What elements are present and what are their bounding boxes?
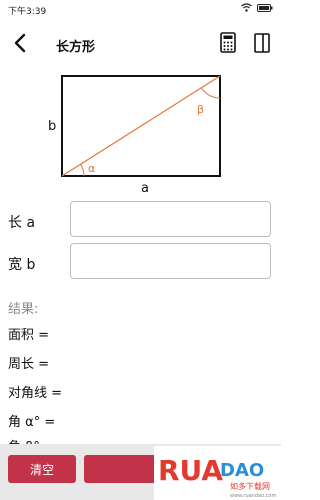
beta-arc bbox=[200, 87, 221, 99]
side-b-label: b bbox=[48, 119, 56, 134]
length-input[interactable] bbox=[70, 201, 271, 237]
svg-text:如多下载网: 如多下载网 bbox=[230, 481, 270, 491]
back-button[interactable] bbox=[8, 30, 34, 56]
result-angle-alpha: 角 α° = bbox=[8, 415, 56, 430]
result-angle-beta: 角 β° = bbox=[8, 436, 55, 444]
result-perimeter: 周长 = bbox=[8, 357, 50, 372]
clear-button[interactable]: 清空 bbox=[8, 455, 76, 483]
diagonal-line bbox=[61, 75, 221, 177]
side-a-label: a bbox=[141, 181, 149, 196]
status-icons bbox=[241, 3, 273, 12]
calculator-icon bbox=[220, 32, 236, 53]
battery-icon bbox=[257, 3, 273, 12]
svg-text:DAO: DAO bbox=[220, 460, 264, 481]
svg-text:RUA: RUA bbox=[158, 454, 223, 487]
side-panel-button[interactable] bbox=[250, 30, 274, 56]
app-bar: 长方形 bbox=[0, 24, 281, 64]
results-heading: 结果: bbox=[8, 302, 39, 317]
calculator-button[interactable] bbox=[216, 30, 240, 56]
status-time: 下午3:39 bbox=[8, 7, 47, 17]
alpha-label: α bbox=[88, 162, 95, 175]
status-bar: 下午3:39 bbox=[0, 0, 281, 18]
svg-text:www.ruandao.com: www.ruandao.com bbox=[230, 493, 276, 499]
result-area: 面积 = bbox=[8, 328, 50, 343]
beta-label: β bbox=[197, 103, 204, 116]
length-label: 长 a bbox=[8, 215, 36, 231]
watermark-logo: RUA DAO 如多下载网 www.ruandao.com bbox=[154, 446, 281, 500]
rectangle-diagram: α β b a bbox=[48, 75, 221, 196]
result-diagonal: 对角线 = bbox=[8, 386, 63, 401]
page-title: 长方形 bbox=[56, 40, 96, 55]
width-label: 宽 b bbox=[8, 257, 36, 273]
wifi-icon bbox=[241, 3, 252, 12]
alpha-arc bbox=[80, 163, 85, 177]
side-panel-icon bbox=[254, 33, 270, 53]
width-input[interactable] bbox=[70, 243, 271, 279]
back-arrow-icon bbox=[14, 33, 26, 53]
